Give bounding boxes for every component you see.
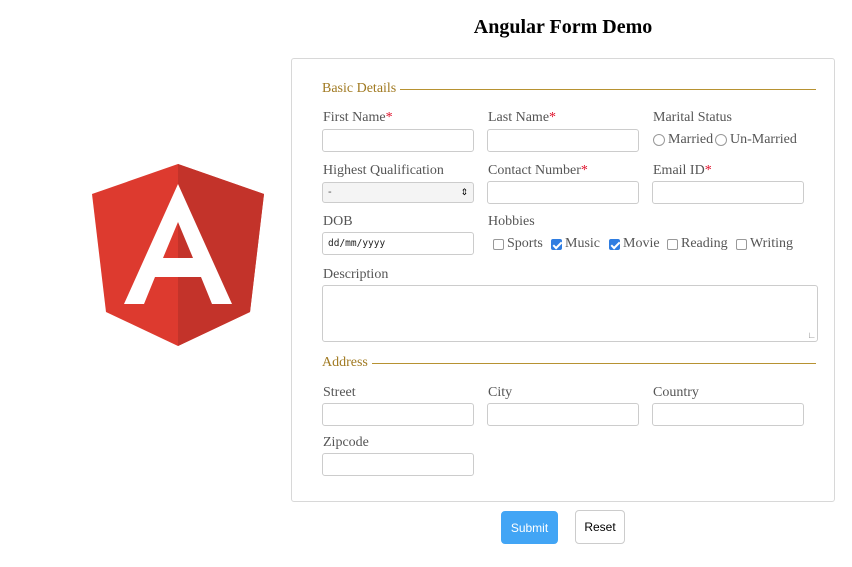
basic-details-legend: Basic Details (322, 79, 816, 99)
marital-married-radio[interactable]: Married (653, 132, 713, 148)
qualification-select[interactable]: - ⇕ (322, 182, 474, 203)
address-legend-text: Address (322, 355, 368, 370)
radio-circle[interactable] (653, 134, 665, 146)
checkbox-box[interactable] (667, 238, 678, 250)
page-title: Angular Form Demo (473, 16, 653, 38)
dob-label: DOB (323, 214, 353, 229)
city-label: City (488, 385, 513, 400)
select-arrows-icon: ⇕ (460, 187, 468, 197)
hobby-sports-checkbox[interactable]: Sports (493, 236, 543, 252)
country-input[interactable] (652, 403, 804, 426)
hobby-movie-checkbox[interactable]: Movie (609, 236, 660, 252)
last-name-input[interactable] (487, 129, 639, 152)
description-label: Description (323, 267, 389, 282)
email-label: Email ID* (653, 163, 712, 178)
basic-details-legend-text: Basic Details (322, 81, 397, 96)
contact-number-label: Contact Number* (488, 163, 588, 178)
radio-circle[interactable] (715, 134, 727, 146)
first-name-label: First Name* (323, 110, 393, 125)
submit-button[interactable]: Submit (501, 511, 558, 544)
city-input[interactable] (487, 403, 639, 426)
resize-grip-icon[interactable]: ∟ (807, 331, 816, 340)
checkbox-checked-icon[interactable] (609, 238, 620, 250)
street-label: Street (323, 385, 356, 400)
hobbies-label: Hobbies (488, 214, 535, 229)
address-legend: Address (322, 353, 816, 373)
zipcode-label: Zipcode (323, 435, 369, 450)
last-name-label: Last Name* (488, 110, 557, 125)
qualification-label: Highest Qualification (323, 163, 444, 178)
zipcode-input[interactable] (322, 453, 474, 476)
dob-input[interactable]: dd/mm/yyyy (322, 232, 474, 255)
form-panel: Basic Details First Name* Last Name* Mar… (291, 58, 835, 502)
email-input[interactable] (652, 181, 804, 204)
legend-divider (400, 88, 816, 90)
legend-divider (371, 362, 816, 364)
checkbox-checked-icon[interactable] (551, 238, 562, 250)
reset-button[interactable]: Reset (575, 510, 625, 544)
checkbox-box[interactable] (493, 238, 504, 250)
description-textarea[interactable]: ∟ (322, 285, 818, 342)
hobby-writing-checkbox[interactable]: Writing (736, 236, 793, 252)
first-name-input[interactable] (322, 129, 474, 152)
hobby-reading-checkbox[interactable]: Reading (667, 236, 728, 252)
street-input[interactable] (322, 403, 474, 426)
checkbox-box[interactable] (736, 238, 747, 250)
marital-status-label: Marital Status (653, 110, 732, 125)
country-label: Country (653, 385, 699, 400)
hobby-music-checkbox[interactable]: Music (551, 236, 600, 252)
angular-logo-icon (92, 164, 264, 346)
marital-unmarried-radio[interactable]: Un-Married (715, 132, 797, 148)
contact-number-input[interactable] (487, 181, 639, 204)
